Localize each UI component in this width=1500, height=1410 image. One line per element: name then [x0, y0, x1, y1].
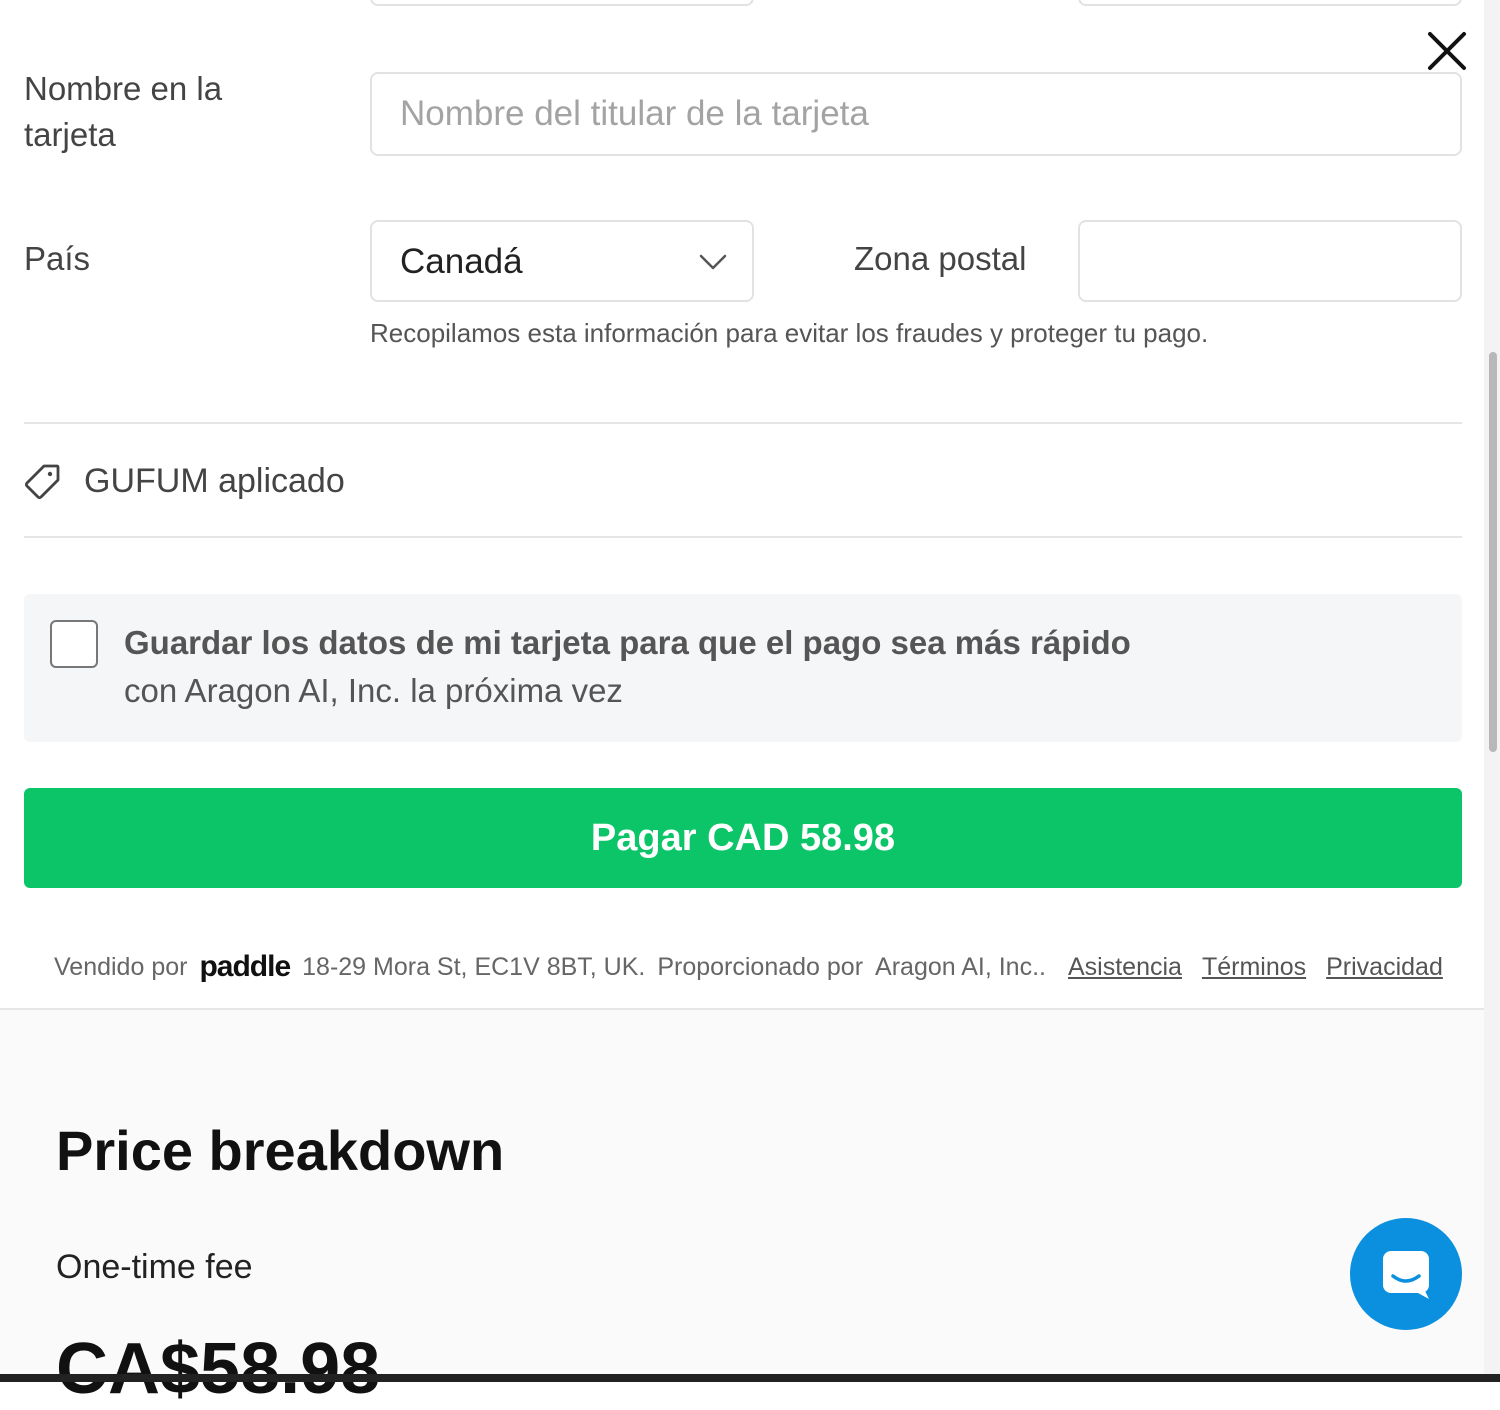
card-name-label: Nombre en la tarjeta [24, 70, 223, 153]
terms-link[interactable]: Términos [1202, 953, 1306, 982]
sold-by-text: Vendido por [54, 952, 188, 981]
coupon-row: GUFUM aplicado [24, 440, 1462, 524]
divider-bottom [24, 536, 1462, 538]
provided-by-text: Proporcionado por [657, 952, 864, 981]
country-value: Canadá [400, 242, 523, 281]
privacy-link[interactable]: Privacidad [1326, 953, 1443, 982]
postal-input[interactable] [1078, 220, 1462, 302]
chat-icon [1383, 1251, 1429, 1299]
scrollbar-thumb[interactable] [1489, 352, 1497, 752]
fraud-note: Recopilamos esta información para evitar… [370, 318, 1209, 348]
card-name-placeholder: Nombre del titular de la tarjeta [400, 94, 869, 133]
previous-field-right[interactable] [1078, 0, 1462, 6]
chevron-down-icon [699, 254, 727, 270]
save-card-checkbox[interactable] [50, 620, 98, 668]
card-name-input[interactable]: Nombre del titular de la tarjeta [370, 72, 1462, 156]
save-card-box: Guardar los datos de mi tarjeta para que… [24, 594, 1462, 742]
pay-button-label: Pagar CAD 58.98 [590, 816, 896, 859]
paddle-logo: paddle [199, 950, 291, 983]
price-breakdown-section: Price breakdown One-time fee CA$58.98 [0, 1010, 1500, 1409]
scrollbar-track[interactable] [1484, 0, 1500, 1382]
postal-label: Zona postal [854, 240, 1027, 277]
coupon-text: GUFUM aplicado [84, 462, 345, 500]
save-card-subtitle: con Aragon AI, Inc. la próxima vez [124, 672, 623, 709]
footer: Vendido por paddle 18-29 Mora St, EC1V 8… [54, 950, 1454, 984]
price-breakdown-title: Price breakdown [56, 1119, 505, 1182]
pay-button[interactable]: Pagar CAD 58.98 [24, 788, 1462, 888]
support-link[interactable]: Asistencia [1068, 953, 1182, 982]
bottom-bar [0, 1374, 1500, 1382]
company-text: Aragon AI, Inc.. [875, 952, 1046, 981]
chat-button[interactable] [1350, 1218, 1462, 1330]
fee-label: One-time fee [56, 1248, 253, 1286]
country-select[interactable]: Canadá [370, 220, 754, 302]
tag-icon [24, 464, 60, 500]
country-label: País [24, 240, 91, 277]
price-amount: CA$58.98 [56, 1329, 381, 1409]
divider-top [24, 422, 1462, 424]
address-text: 18-29 Mora St, EC1V 8BT, UK. [302, 952, 646, 981]
save-card-title: Guardar los datos de mi tarjeta para que… [124, 624, 1131, 661]
previous-field-left[interactable] [370, 0, 754, 6]
